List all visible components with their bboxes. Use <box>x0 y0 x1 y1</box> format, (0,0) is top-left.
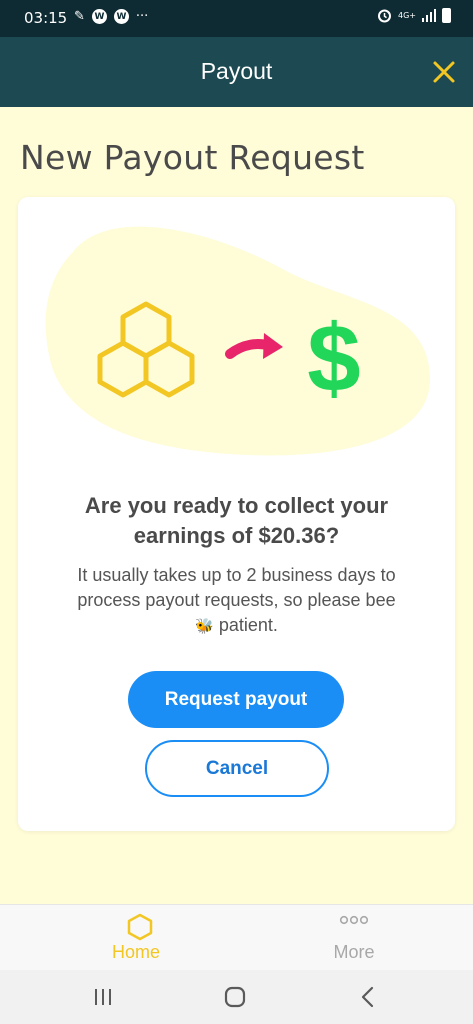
dollar-icon: $ <box>307 305 360 412</box>
payout-card: $ Are you ready to collect your earnings… <box>18 197 455 831</box>
request-payout-button[interactable]: Request payout <box>128 671 344 728</box>
bee-icon: 🐝 <box>195 618 214 635</box>
status-time: 03:15 <box>24 9 68 27</box>
hexagon-icon <box>127 913 153 941</box>
app-bar-title: Payout <box>200 58 273 84</box>
description-text-end: patient. <box>218 615 278 635</box>
battery-icon <box>442 8 451 23</box>
payout-description: It usually takes up to 2 business days t… <box>48 563 425 639</box>
w-app-icon: W <box>91 9 107 24</box>
cancel-button[interactable]: Cancel <box>145 740 329 797</box>
status-bar: 03:15 ✎ W W ··· 4G+ <box>0 0 473 37</box>
network-4g-icon: 4G+ <box>398 11 416 20</box>
home-circle-icon[interactable] <box>220 984 250 1010</box>
more-dots-icon: ··· <box>135 9 149 24</box>
nav-more[interactable]: More <box>236 905 472 971</box>
bottom-nav: Home More <box>0 904 473 971</box>
app-bar: Payout <box>0 37 473 107</box>
nav-home[interactable]: Home <box>22 905 258 971</box>
payout-question: Are you ready to collect your earnings o… <box>84 493 389 548</box>
close-icon[interactable] <box>431 59 457 85</box>
status-notification-icons: ✎ W W ··· <box>74 9 148 24</box>
ink-icon: ✎ <box>74 9 85 24</box>
system-nav-bar <box>0 970 473 1024</box>
recent-apps-icon[interactable] <box>88 984 118 1010</box>
alarm-icon <box>378 9 391 23</box>
nav-more-label: More <box>333 942 375 962</box>
back-chevron-icon[interactable] <box>353 984 383 1010</box>
w-app-icon: W <box>113 9 129 24</box>
description-text: It usually takes up to 2 business days t… <box>77 565 396 610</box>
status-system-icons: 4G+ <box>377 8 451 23</box>
payout-illustration: $ <box>45 226 431 456</box>
blob-background <box>45 226 431 456</box>
signal-icon <box>422 9 436 22</box>
page-title: New Payout Request <box>20 138 365 177</box>
more-circles-icon <box>339 915 369 925</box>
